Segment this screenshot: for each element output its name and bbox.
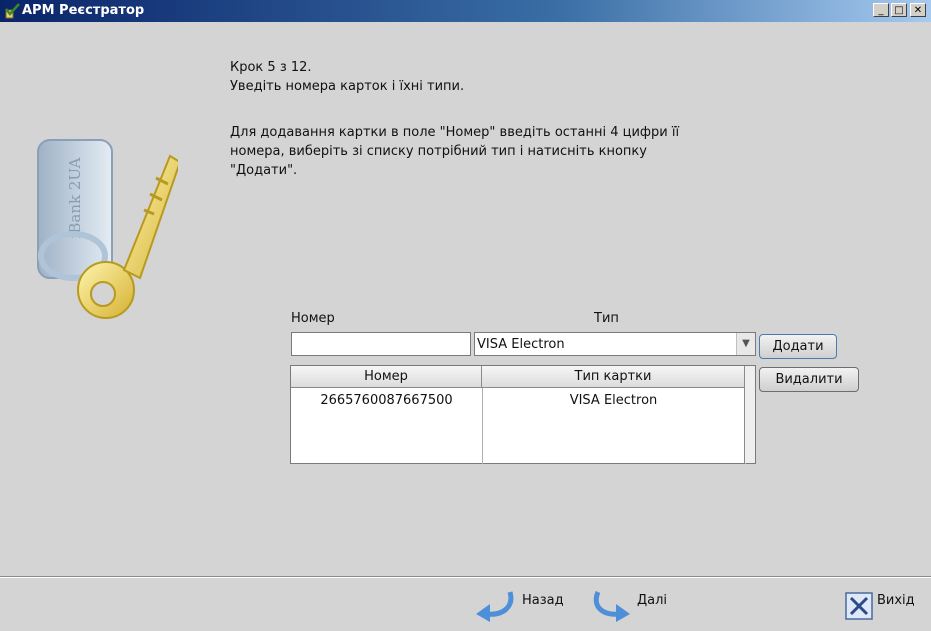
table-row-type[interactable]: VISA Electron [482,393,745,408]
number-label: Номер [291,311,335,326]
next-arrow-icon[interactable] [590,588,634,622]
window-title: АРМ Реєстратор [22,3,145,18]
back-button[interactable]: Назад [522,593,564,608]
card-number-input[interactable] [291,332,471,356]
next-button[interactable]: Далі [637,593,667,608]
instruction-line-2: номера, виберіть зі списку потрібний тип… [230,144,647,159]
footer-separator [0,576,931,578]
table-scrollbar[interactable] [744,366,755,463]
close-icon: ✕ [913,5,923,16]
title-bar: АРМ Реєстратор _ □ ✕ [0,0,931,22]
minimize-icon: _ [878,5,884,16]
exit-button[interactable]: Вихід [877,593,931,608]
minimize-button[interactable]: _ [873,3,889,17]
maximize-button[interactable]: □ [891,3,907,17]
cards-table: Номер Тип картки 2665760087667500 VISA E… [290,365,756,464]
step-text: Крок 5 з 12. [230,60,312,75]
table-row-number[interactable]: 2665760087667500 [291,393,482,408]
maximize-icon: □ [894,5,904,16]
card-type-value: VISA Electron [477,337,565,352]
ibank-key-icon: iBank 2UA [37,139,178,319]
add-button[interactable]: Додати [759,334,837,359]
prompt-text: Уведіть номера карток і їхні типи. [230,79,465,94]
instruction-line-1: Для додавання картки в поле "Номер" введ… [230,125,680,140]
column-header-type[interactable]: Тип картки [482,366,745,388]
column-header-number[interactable]: Номер [291,366,482,388]
card-type-select[interactable]: VISA Electron ▼ [474,332,756,356]
close-button[interactable]: ✕ [910,3,926,17]
key-check-icon [5,3,20,19]
instruction-line-3: "Додати". [230,163,298,178]
delete-button[interactable]: Видалити [759,367,859,392]
logo-text: iBank 2UA [66,157,84,238]
back-arrow-icon[interactable] [470,588,518,622]
exit-icon[interactable] [845,592,873,620]
type-label: Тип [594,311,619,326]
dropdown-arrow-icon[interactable]: ▼ [736,333,755,355]
